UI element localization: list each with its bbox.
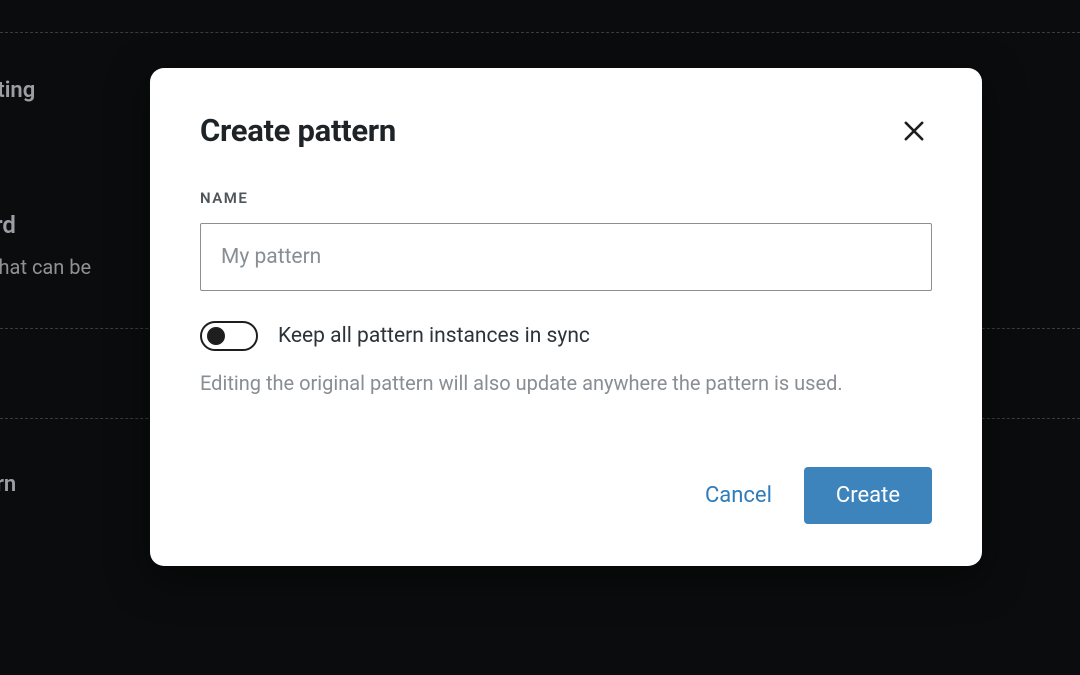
bg-divider xyxy=(0,32,1080,33)
dialog-title: Create pattern xyxy=(200,112,396,149)
sync-toggle-label: Keep all pattern instances in sync xyxy=(278,324,590,348)
dialog-footer: Cancel Create xyxy=(200,467,932,524)
create-pattern-dialog: Create pattern Name Keep all pattern ins… xyxy=(150,68,982,566)
bg-text-fragment: sting xyxy=(0,78,35,103)
create-button[interactable]: Create xyxy=(804,467,932,524)
dialog-header: Create pattern xyxy=(200,112,932,149)
cancel-button[interactable]: Cancel xyxy=(701,471,776,520)
sync-toggle-row: Keep all pattern instances in sync xyxy=(200,321,932,351)
close-icon xyxy=(900,117,928,145)
sync-toggle-description: Editing the original pattern will also u… xyxy=(200,369,932,397)
bg-text-fragment: rn xyxy=(0,472,16,497)
bg-text-fragment: rd xyxy=(0,211,16,239)
name-input[interactable] xyxy=(200,223,932,291)
toggle-knob xyxy=(207,327,225,345)
close-button[interactable] xyxy=(896,113,932,149)
bg-text-fragment: that can be xyxy=(0,255,91,279)
sync-toggle[interactable] xyxy=(200,321,258,351)
name-field-label: Name xyxy=(200,189,932,207)
